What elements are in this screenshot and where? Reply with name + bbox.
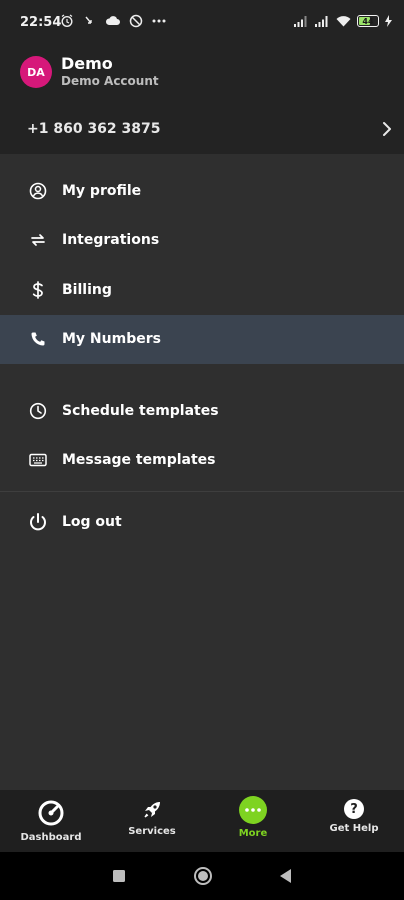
nav-item-dashboard[interactable]: Dashboard [11, 790, 91, 852]
bottom-nav: Dashboard Services More ? Get Help [0, 790, 404, 852]
menu-item-my-profile[interactable]: My profile [0, 166, 404, 216]
no-disturb-icon [127, 12, 145, 30]
keyboard-icon [28, 450, 48, 470]
repeat-arrows-icon [28, 230, 48, 250]
account-info[interactable]: DA Demo Demo Account [20, 55, 159, 89]
menu-item-my-numbers[interactable]: My Numbers [0, 314, 404, 364]
missed-call-icon [81, 12, 99, 30]
dollar-icon [28, 280, 48, 300]
system-nav-bar [0, 852, 404, 900]
recents-square-icon[interactable] [109, 866, 129, 886]
menu-label: My profile [62, 182, 142, 199]
avatar: DA [20, 56, 52, 88]
nav-label: More [238, 828, 268, 839]
menu-label: Log out [62, 513, 122, 530]
account-subtitle: Demo Account [61, 74, 159, 88]
status-right-icons: 44 [294, 12, 392, 30]
menu-gap [0, 364, 404, 386]
nav-item-get-help[interactable]: ? Get Help [314, 790, 394, 852]
drawer-header: 22:54 44 DA Demo Demo Account +1 860 362… [0, 0, 404, 154]
status-bar: 22:54 44 [0, 0, 404, 48]
more-dots-icon [150, 12, 168, 30]
more-circle-icon [239, 796, 267, 824]
wifi-icon [336, 12, 351, 30]
account-name: Demo [61, 54, 113, 73]
clock-icon [28, 401, 48, 421]
help-circle-icon: ? [344, 799, 364, 819]
chevron-right-icon [378, 120, 396, 138]
app-root: 22:54 44 DA Demo Demo Account +1 860 362… [0, 0, 404, 900]
menu-item-schedule-templates[interactable]: Schedule templates [0, 386, 404, 436]
home-circle-icon[interactable] [193, 866, 213, 886]
account-text: Demo Demo Account [61, 55, 159, 89]
menu-label: My Numbers [62, 331, 161, 348]
menu-item-integrations[interactable]: Integrations [0, 216, 404, 266]
phone-number: +1 860 362 3875 [27, 121, 161, 137]
menu-item-log-out[interactable]: Log out [0, 497, 404, 547]
phone-icon [28, 329, 48, 349]
nav-label: Services [128, 826, 176, 837]
status-time: 22:54 [20, 15, 62, 30]
drawer-menu: My profile Integrations Billing My Numbe… [0, 166, 404, 547]
nav-item-services[interactable]: Services [112, 790, 192, 852]
nav-label: Dashboard [20, 832, 82, 843]
menu-item-message-templates[interactable]: Message templates [0, 436, 404, 486]
menu-label: Message templates [62, 452, 216, 469]
user-circle-icon [28, 181, 48, 201]
back-triangle-icon[interactable] [276, 866, 296, 886]
menu-label: Integrations [62, 232, 160, 249]
rocket-icon [142, 798, 162, 822]
nav-item-more[interactable]: More [213, 790, 293, 852]
dashboard-icon [37, 798, 65, 828]
charging-icon [385, 12, 392, 30]
menu-divider [0, 491, 404, 492]
battery-percent: 44 [362, 16, 374, 26]
alarm-icon [58, 12, 76, 30]
menu-label: Billing [62, 281, 112, 298]
signal-icon [294, 12, 309, 30]
nav-label: Get Help [329, 823, 379, 834]
menu-item-billing[interactable]: Billing [0, 265, 404, 315]
status-left-icons [58, 12, 168, 30]
cloud-icon [104, 12, 122, 30]
power-icon [28, 512, 48, 532]
battery-icon: 44 [357, 12, 379, 30]
phone-number-row[interactable]: +1 860 362 3875 [0, 110, 404, 150]
signal-icon [315, 12, 330, 30]
menu-label: Schedule templates [62, 402, 219, 419]
